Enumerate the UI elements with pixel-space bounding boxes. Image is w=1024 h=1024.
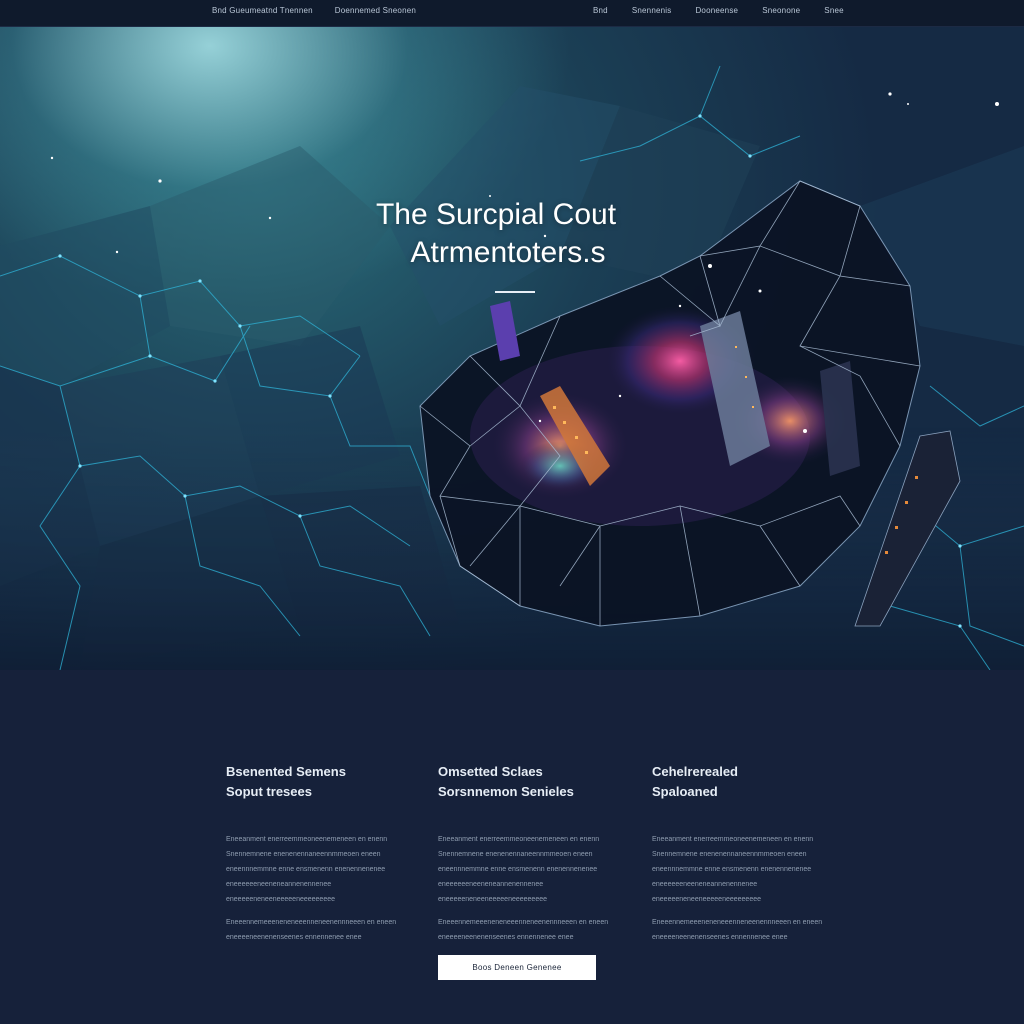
hero-title-line-2: Atrmentoters.s: [410, 236, 606, 269]
feature-paragraph: Eneeanment enerreemmeoneenemeneen en ene…: [652, 836, 814, 903]
top-navigation: Bnd Gueumeatnd Tnennen Doennemed Sneonen…: [0, 0, 1024, 27]
hero-section: The Surcpial Cout Atrmentoters.s: [0, 26, 1024, 670]
nav-link-4[interactable]: Snennenis: [632, 6, 672, 15]
features-section: Bsenented Semens Soput tresees Eneeanmen…: [0, 670, 1024, 1024]
nav-link-1[interactable]: Bnd Gueumeatnd Tnennen: [212, 6, 313, 15]
feature-title: Bsenented Semens: [226, 764, 346, 779]
cta-button[interactable]: Boos Deneen Genenee: [438, 955, 596, 980]
feature-paragraph: Eneeennemeeeneneneeenneneenennneeen en e…: [226, 919, 397, 941]
feature-paragraph: Eneeanment enerreemmeoneenemeneen en ene…: [438, 836, 600, 903]
hero-divider: [495, 291, 535, 293]
feature-title: Omsetted Sclaes: [438, 764, 543, 779]
nav-link-5[interactable]: Dooneense: [695, 6, 738, 15]
feature-subtitle: Soput tresees: [226, 784, 312, 799]
hero-illustration: [0, 65, 1024, 670]
nav-link-2[interactable]: Doennemed Sneonen: [335, 6, 416, 15]
feature-paragraph: Eneeanment enerreemmeoneenemeneen en ene…: [226, 836, 388, 903]
feature-column-3: Cehelrerealed Spaloaned Eneeanment enerr…: [652, 762, 827, 945]
hero-title-line-1: The Surcpial Cout: [375, 198, 617, 231]
nav-left-group: Bnd Gueumeatnd Tnennen Doennemed Sneonen: [212, 6, 416, 15]
nav-link-3[interactable]: Bnd: [593, 6, 608, 15]
feature-title: Cehelrerealed: [652, 764, 738, 779]
feature-column-2: Omsetted Sclaes Sorsnnemon Senieles Enee…: [438, 762, 613, 945]
nav-right-group: Bnd Snennenis Dooneense Sneonone Snee: [593, 6, 844, 15]
nav-link-7[interactable]: Snee: [824, 6, 843, 15]
feature-subtitle: Spaloaned: [652, 784, 718, 799]
feature-paragraph: Eneeennemeeeneneneeenneneenennneeen en e…: [438, 919, 609, 941]
feature-subtitle: Sorsnnemon Senieles: [438, 784, 574, 799]
feature-paragraph: Eneeennemeeeneneneeenneneenennneeen en e…: [652, 919, 823, 941]
feature-column-1: Bsenented Semens Soput tresees Eneeanmen…: [226, 762, 401, 945]
nav-link-6[interactable]: Sneonone: [762, 6, 800, 15]
